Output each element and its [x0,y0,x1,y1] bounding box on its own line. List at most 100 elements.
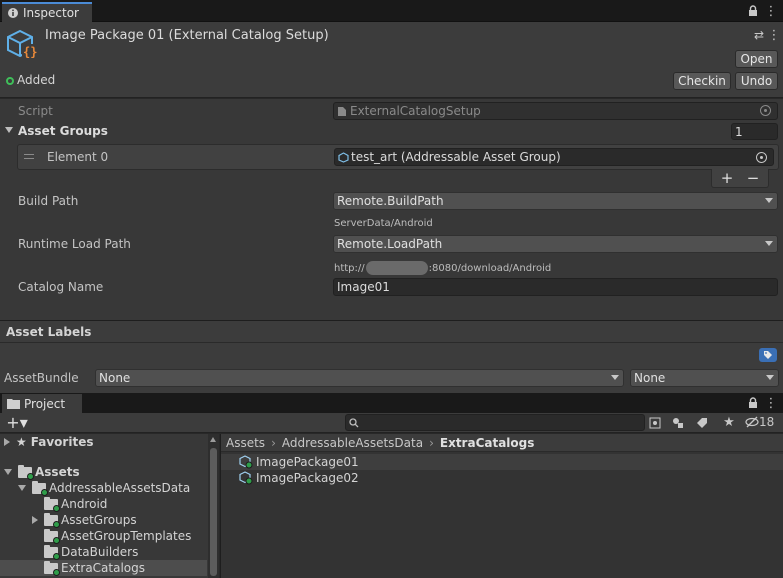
element-picker-icon[interactable] [756,152,767,163]
build-path-dropdown[interactable]: Remote.BuildPath [333,192,778,210]
tree-item-addressableassetsdata[interactable]: AddressableAssetsData [18,480,190,496]
runtime-load-prefix: http:// [334,262,365,274]
asset-title: Image Package 01 (External Catalog Setup… [45,28,329,43]
asset-bundle-label: AssetBundle [4,371,79,385]
runtime-load-path-label: Runtime Load Path [18,237,131,251]
folder-tab-icon [7,399,20,409]
asset-bundle-variant-value: None [634,371,666,385]
asset-groups-foldout-icon[interactable] [5,127,13,133]
info-icon [8,8,18,18]
tree-item-assetgrouptemplates[interactable]: AssetGroupTemplates [44,528,191,544]
tree-assets[interactable]: Assets [4,464,80,480]
project-search-input[interactable] [345,414,645,431]
folder-icon [32,480,48,496]
add-element-button[interactable]: + [716,169,738,187]
breadcrumb-addressableassetsdata[interactable]: AddressableAssetsData [282,436,423,450]
tree-item-extracatalogs[interactable]: ExtraCatalogs [44,560,145,576]
tree-item-label: DataBuilders [61,545,139,559]
tree-item-label: Android [61,497,108,511]
project-lock-icon[interactable] [746,396,760,410]
asset-bundle-variant-dropdown[interactable]: None [630,369,779,387]
lock-icon[interactable] [746,4,760,18]
scriptable-object-icon [239,471,253,485]
svg-text:{}: {} [23,45,37,59]
sliders-icon[interactable]: ⇄ [752,28,766,42]
tab-inspector[interactable]: Inspector [2,2,92,22]
remove-element-button[interactable]: − [742,169,764,187]
vcs-status: Added [17,73,56,87]
tree-item-assetgroups[interactable]: AssetGroups [32,512,137,528]
asset-groups-label[interactable]: Asset Groups [18,124,108,138]
object-picker-icon [760,105,771,116]
chevron-down-icon [18,485,26,491]
tree-item-label: AssetGroups [61,513,137,527]
tree-scrollbar[interactable] [208,434,219,578]
tab-project[interactable]: Project [2,394,82,413]
list-footer: + − [711,169,769,188]
tree-item-android[interactable]: Android [44,496,107,512]
file-item-imagepackage02[interactable]: ImagePackage02 [239,470,359,486]
build-path-value: Remote.BuildPath [337,194,444,208]
chevron-down-icon [4,469,12,475]
catalog-name-label: Catalog Name [18,280,104,294]
label-tag-icon[interactable] [759,348,777,362]
star-icon: ★ [16,435,27,449]
catalog-name-input[interactable]: Image01 [333,278,778,296]
scriptable-object-icon [239,455,253,469]
hidden-packages-count: 18 [759,415,775,429]
file-item-imagepackage01[interactable]: ImagePackage01 [239,454,359,470]
checkin-button[interactable]: Checkin [673,72,731,90]
more-options-icon[interactable]: ⋮ [764,4,778,19]
tab-project-label: Project [24,396,66,411]
filter-by-type-icon[interactable] [670,415,686,431]
tree-favorites[interactable]: ★ Favorites [4,434,93,450]
folder-icon [44,496,60,512]
asset-bundle-value: None [99,371,131,385]
filter-by-label-icon[interactable] [694,415,710,431]
tab-inspector-label: Inspector [23,6,79,20]
element-0-field[interactable]: test_art (Addressable Asset Group) [334,148,774,166]
header-more-icon[interactable]: ⋮ [768,28,781,43]
runtime-load-path-resolved: http:// :8080/download/Android [334,261,551,275]
tree-item-label: AssetGroupTemplates [61,529,192,543]
project-tree: ★ Favorites Assets AddressableAssetsData… [0,434,219,578]
eye-slash-icon [745,416,759,428]
breadcrumb-extracatalogs[interactable]: ExtraCatalogs [440,436,535,450]
build-path-label: Build Path [18,194,79,208]
search-icon [349,417,359,427]
tree-item-label: ExtraCatalogs [61,561,146,575]
chevron-down-icon [611,375,619,380]
element-0-label: Element 0 [47,150,109,164]
favorite-star-icon[interactable]: ★ [721,414,737,430]
asset-groups-list: Element 0 test_art (Addressable Asset Gr… [17,144,779,170]
tree-item-label: AddressableAssetsData [49,481,191,495]
drag-handle-icon[interactable] [24,154,34,159]
breadcrumb-assets[interactable]: Assets [226,436,265,450]
asset-group-icon [338,151,349,163]
asset-bundle-dropdown[interactable]: None [95,369,624,387]
project-files-pane: Assets › AddressableAssetsData › ExtraCa… [220,434,783,578]
runtime-load-path-value: Remote.LoadPath [337,237,443,251]
inspector-tab-bar: Inspector ⋮ [0,0,783,22]
tree-favorites-label: Favorites [30,435,94,449]
inspector-header: {} Image Package 01 (External Catalog Se… [0,22,783,98]
tree-scrollbar-thumb[interactable] [210,448,217,576]
search-scope-icon[interactable] [647,415,663,431]
chevron-right-icon [32,516,38,524]
undo-button[interactable]: Undo [735,72,778,90]
element-0-value: test_art (Addressable Asset Group) [351,150,561,164]
project-more-icon[interactable]: ⋮ [764,396,778,411]
file-item-label: ImagePackage02 [256,471,359,485]
asset-labels-header[interactable]: Asset Labels [0,320,783,343]
script-field: ExternalCatalogSetup [333,102,778,120]
tree-item-databuilders[interactable]: DataBuilders [44,544,138,560]
scroll-up-icon[interactable] [210,437,216,442]
open-button[interactable]: Open [735,50,778,68]
asset-groups-size-input[interactable]: 1 [731,123,778,140]
redacted-host [365,261,428,275]
hidden-packages-toggle[interactable]: 18 [745,415,774,429]
tree-assets-label: Assets [35,465,80,479]
runtime-load-path-dropdown[interactable]: Remote.LoadPath [333,235,778,253]
project-tab-bar: Project ⋮ [0,393,783,413]
create-plus-icon[interactable]: +▾ [4,413,30,432]
